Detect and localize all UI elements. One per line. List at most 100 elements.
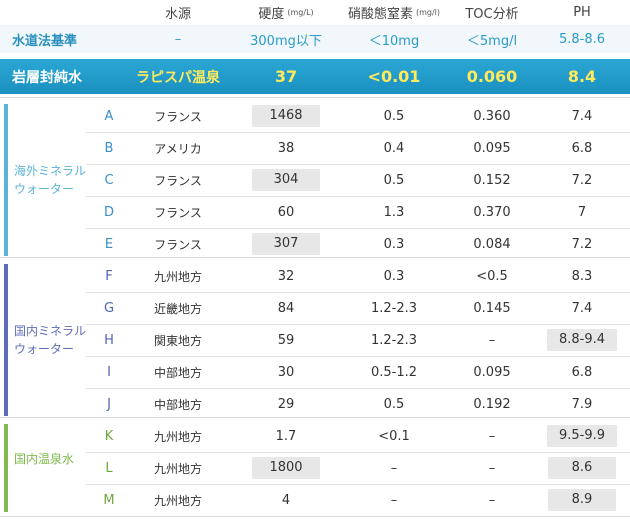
cell-hardness: 1800 [228, 452, 344, 484]
featured-ph: 8.4 [567, 67, 597, 86]
cell-nitrate: 0.4 [383, 140, 405, 156]
cell-hardness: 1468 [228, 100, 344, 132]
cell-source: 近畿地方 [153, 301, 202, 316]
cell-toc: 0.192 [473, 396, 511, 412]
cell-toc: 0.084 [473, 236, 511, 252]
highlighted-value: 9.5-9.9 [546, 425, 618, 447]
featured-row: 岩層封純水 ラピスパ温泉 37 <0.01 0.060 8.4 [0, 59, 630, 94]
table-row: G 近畿地方 84 1.2-2.3 0.145 7.4 [0, 292, 630, 324]
cell-toc: 0.370 [473, 204, 511, 220]
cell-nitrate: 1.2-2.3 [370, 300, 418, 316]
table-header: 水源 硬度 (mg/L) 硝酸態窒素 (mg/l) TOC分析 PH [0, 0, 630, 24]
highlighted-value: 304 [252, 169, 320, 191]
cell-code: D [103, 204, 114, 220]
cell-ph: 7.9 [571, 396, 593, 412]
standard-nitrate: ＜10mg [368, 33, 420, 49]
cell-source: フランス [154, 237, 202, 252]
cell-hardness: 304 [228, 164, 344, 196]
cell-hardness: 1.7 [275, 428, 297, 444]
table-row: L 九州地方 1800 – – 8.6 [0, 452, 630, 484]
cell-hardness: 59 [277, 332, 295, 348]
highlighted-value: 8.6 [548, 457, 616, 479]
cell-code: B [104, 140, 114, 156]
cell-code: E [104, 236, 114, 252]
cell-ph: 8.6 [540, 452, 624, 484]
cell-source: 中部地方 [153, 397, 202, 412]
highlighted-value: 8.9 [548, 489, 616, 511]
table-row: K 九州地方 1.7 <0.1 – 9.5-9.9 [0, 420, 630, 452]
cell-source: 九州地方 [153, 493, 202, 508]
highlighted-value: 1468 [252, 105, 320, 127]
cell-code: I [107, 364, 111, 380]
cell-source: フランス [154, 205, 202, 220]
featured-source: ラピスパ温泉 [136, 69, 220, 86]
cell-ph: 8.9 [540, 484, 624, 516]
cell-nitrate: 0.5 [383, 172, 405, 188]
header-nitrate-unit: (mg/l) [415, 7, 441, 17]
group-divider [0, 257, 630, 258]
cell-nitrate: <0.1 [378, 428, 410, 444]
water-quality-table: 水源 硬度 (mg/L) 硝酸態窒素 (mg/l) TOC分析 PH 水道法基準 –… [0, 0, 630, 519]
header-hardness-label: 硬度 [258, 6, 285, 22]
featured-label: 岩層封純水 [12, 69, 82, 86]
cell-ph: 7.2 [571, 236, 593, 252]
cell-nitrate: 0.3 [383, 236, 405, 252]
cell-nitrate: 1.2-2.3 [370, 332, 418, 348]
group-divider [0, 97, 630, 98]
cell-toc: 0.095 [473, 364, 511, 380]
cell-ph: 7 [577, 204, 587, 220]
cell-code: G [103, 300, 115, 316]
table-row: H 関東地方 59 1.2-2.3 – 8.8-9.4 [0, 324, 630, 356]
cell-ph: 9.5-9.9 [540, 420, 624, 452]
cell-ph: 7.2 [571, 172, 593, 188]
cell-ph: 6.8 [571, 140, 593, 156]
header-nitrate-label: 硝酸態窒素 [347, 6, 413, 22]
table-row: I 中部地方 30 0.5-1.2 0.095 6.8 [0, 356, 630, 388]
cell-source: 九州地方 [153, 269, 202, 284]
table-row: E フランス 307 0.3 0.084 7.2 [0, 228, 630, 260]
cell-source: 九州地方 [153, 461, 202, 476]
table-bottom-border [0, 516, 630, 517]
cell-nitrate: 0.5-1.2 [370, 364, 418, 380]
cell-code: J [107, 396, 111, 412]
cell-source: 九州地方 [153, 429, 202, 444]
standard-row: 水道法基準 – 300mg以下 ＜10mg ＜5mg/l 5.8-8.6 [0, 25, 630, 53]
header-ph: PH [573, 4, 591, 20]
cell-code: C [104, 172, 114, 188]
standard-ph: 5.8-8.6 [558, 31, 606, 47]
cell-source: フランス [154, 109, 202, 124]
header-hardness: 硬度 (mg/L) [228, 0, 344, 24]
cell-code: A [104, 108, 114, 124]
table-row: C フランス 304 0.5 0.152 7.2 [0, 164, 630, 196]
cell-nitrate: 0.5 [383, 108, 405, 124]
featured-hardness: 37 [274, 67, 298, 86]
table-row: F 九州地方 32 0.3 <0.5 8.3 [0, 260, 630, 292]
cell-toc: – [488, 428, 496, 444]
featured-nitrate: <0.01 [367, 67, 421, 86]
cell-toc: – [488, 332, 496, 348]
cell-ph: 8.8-9.4 [540, 324, 624, 356]
header-source: 水源 [164, 6, 191, 22]
standard-hardness: 300mg以下 [250, 33, 322, 49]
cell-code: F [105, 268, 113, 284]
cell-source: 関東地方 [153, 333, 202, 348]
highlighted-value: 8.8-9.4 [546, 329, 618, 351]
cell-ph: 7.4 [571, 300, 593, 316]
cell-code: K [104, 428, 114, 444]
cell-ph: 8.3 [571, 268, 593, 284]
cell-ph: 6.8 [571, 364, 593, 380]
cell-nitrate: 0.3 [383, 268, 405, 284]
cell-toc: – [488, 492, 496, 508]
cell-toc: 0.145 [473, 300, 511, 316]
cell-toc: 0.152 [473, 172, 511, 188]
cell-hardness: 307 [228, 228, 344, 260]
cell-nitrate: 0.5 [383, 396, 405, 412]
standard-toc: ＜5mg/l [466, 33, 518, 49]
cell-code: M [103, 492, 115, 508]
highlighted-value: 307 [252, 233, 320, 255]
standard-source: – [174, 31, 182, 47]
cell-toc: – [488, 460, 496, 476]
featured-toc: 0.060 [466, 67, 518, 86]
cell-hardness: 30 [277, 364, 295, 380]
table-row: B アメリカ 38 0.4 0.095 6.8 [0, 132, 630, 164]
